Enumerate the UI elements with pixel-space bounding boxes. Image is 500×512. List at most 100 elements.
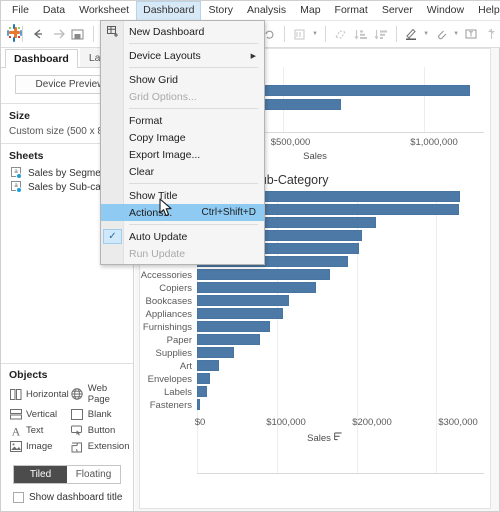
bar-furnishings[interactable] bbox=[197, 321, 271, 332]
button-icon bbox=[71, 424, 84, 437]
menu-actions[interactable]: Actions... Ctrl+Shift+D bbox=[101, 204, 264, 221]
menu-item-worksheet[interactable]: Worksheet bbox=[72, 1, 136, 20]
chevron-down-highlight-icon[interactable]: ▼ bbox=[423, 31, 429, 37]
worksheet-icon: a bbox=[11, 181, 23, 193]
menu-item-dashboard[interactable]: Dashboard bbox=[136, 1, 202, 20]
group-members-icon[interactable] bbox=[431, 24, 451, 44]
row-label: Furnishings bbox=[142, 322, 192, 333]
menu-separator bbox=[129, 67, 258, 68]
menu-device-layouts[interactable]: Device Layouts ▶ bbox=[101, 47, 264, 64]
menu-format[interactable]: Format bbox=[101, 112, 264, 129]
object-web-page[interactable]: Web Page bbox=[71, 383, 130, 405]
x-tick-1m: $1,000,000 bbox=[410, 137, 458, 148]
bar-fasteners[interactable] bbox=[197, 399, 200, 410]
menu-label: Format bbox=[129, 114, 163, 127]
menu-separator bbox=[129, 108, 258, 109]
show-dashboard-title-row[interactable]: Show dashboard title bbox=[1, 488, 133, 511]
show-mark-labels-icon[interactable]: T bbox=[461, 24, 481, 44]
sort-descending-icon[interactable] bbox=[333, 432, 343, 444]
chevron-down-icon[interactable]: ▼ bbox=[312, 31, 318, 37]
menu-clear[interactable]: Clear bbox=[101, 163, 264, 180]
x-tick-200k: $200,000 bbox=[352, 417, 392, 428]
fix-axes-icon[interactable] bbox=[481, 24, 500, 44]
sort-ascending-icon[interactable] bbox=[351, 24, 371, 44]
tab-dashboard[interactable]: Dashboard bbox=[5, 49, 78, 68]
menu-item-story[interactable]: Story bbox=[201, 1, 240, 20]
x-tick-0: $0 bbox=[194, 417, 206, 428]
image-icon bbox=[9, 440, 22, 453]
layout-mode-toggle-wrap: Tiled Floating bbox=[1, 459, 133, 488]
menu-item-format[interactable]: Format bbox=[328, 1, 375, 20]
gridline bbox=[436, 191, 438, 474]
menu-export-image[interactable]: Export Image... bbox=[101, 146, 264, 163]
menu-auto-update[interactable]: ✓ Auto Update bbox=[101, 228, 264, 245]
object-extension[interactable]: Extension bbox=[71, 440, 130, 453]
menu-show-title[interactable]: Show Title bbox=[101, 187, 264, 204]
menu-item-window[interactable]: Window bbox=[420, 1, 471, 20]
bar-supplies[interactable] bbox=[197, 347, 235, 358]
chevron-down-group-icon[interactable]: ▼ bbox=[453, 31, 459, 37]
x-tick-100k: $100,000 bbox=[266, 417, 306, 428]
menu-label: Grid Options... bbox=[129, 90, 197, 103]
bar-labels[interactable] bbox=[197, 386, 208, 397]
row-label: Accessories bbox=[140, 270, 192, 281]
menu-label: Auto Update bbox=[129, 230, 188, 243]
toggle-tiled[interactable]: Tiled bbox=[14, 466, 67, 483]
menu-copy-image[interactable]: Copy Image bbox=[101, 129, 264, 146]
object-image[interactable]: Image bbox=[9, 440, 69, 453]
object-horizontal[interactable]: Horizontal bbox=[9, 383, 69, 405]
sort-descending-icon[interactable] bbox=[371, 24, 391, 44]
menu-item-server[interactable]: Server bbox=[375, 1, 420, 20]
menu-label: Show Title bbox=[129, 189, 178, 202]
tableau-desktop-window: File Data Worksheet Dashboard Story Anal… bbox=[0, 0, 500, 512]
tableau-logo-icon bbox=[4, 24, 22, 44]
object-vertical[interactable]: Vertical bbox=[9, 408, 69, 421]
menu-item-data[interactable]: Data bbox=[36, 1, 72, 20]
bar-envelopes[interactable] bbox=[197, 373, 211, 384]
menu-item-analysis[interactable]: Analysis bbox=[240, 1, 293, 20]
x-axis-title-segment: Sales bbox=[303, 151, 327, 162]
menu-label: Device Layouts bbox=[129, 49, 201, 62]
menu-label: Clear bbox=[129, 165, 155, 178]
pause-updates-icon[interactable] bbox=[290, 24, 310, 44]
objects-grid: Horizontal Web Page Vertical Blank A Tex… bbox=[1, 381, 133, 459]
show-dashboard-title-checkbox[interactable] bbox=[13, 492, 24, 503]
bar-art[interactable] bbox=[197, 360, 219, 371]
back-arrow-icon[interactable] bbox=[28, 24, 48, 44]
svg-text:T: T bbox=[469, 32, 474, 39]
dashboard-dropdown-menu: New Dashboard Device Layouts ▶ Show Grid… bbox=[100, 20, 265, 265]
toggle-floating[interactable]: Floating bbox=[67, 466, 120, 483]
menu-show-grid[interactable]: Show Grid bbox=[101, 71, 264, 88]
web-page-icon bbox=[71, 388, 84, 401]
row-label: Appliances bbox=[145, 309, 192, 320]
menu-grid-options: Grid Options... bbox=[101, 88, 264, 105]
object-button[interactable]: Button bbox=[71, 424, 130, 437]
bar-accessories[interactable] bbox=[197, 269, 331, 280]
objects-section: Objects Horizontal Web Page Vertical Bla… bbox=[1, 361, 133, 511]
menu-item-file[interactable]: File bbox=[5, 1, 36, 20]
bar-appliances[interactable] bbox=[197, 308, 283, 319]
menu-item-map[interactable]: Map bbox=[293, 1, 327, 20]
x-axis-title-sub-category: Sales bbox=[307, 432, 343, 444]
row-label: Supplies bbox=[155, 348, 192, 359]
save-icon[interactable] bbox=[68, 24, 88, 44]
bar-paper[interactable] bbox=[197, 334, 260, 345]
x-tick-300k: $300,000 bbox=[438, 417, 478, 428]
submenu-arrow-icon: ▶ bbox=[250, 52, 256, 60]
object-blank[interactable]: Blank bbox=[71, 408, 130, 421]
clear-sheet-icon[interactable] bbox=[331, 24, 351, 44]
row-label: Labels bbox=[164, 387, 192, 398]
menu-label: New Dashboard bbox=[129, 25, 205, 38]
axis-line bbox=[197, 473, 484, 474]
highlight-icon[interactable] bbox=[401, 24, 421, 44]
new-dashboard-icon bbox=[105, 25, 120, 38]
forward-arrow-icon[interactable] bbox=[48, 24, 68, 44]
bar-bookcases[interactable] bbox=[197, 295, 289, 306]
menu-separator bbox=[129, 183, 258, 184]
object-text[interactable]: A Text bbox=[9, 424, 69, 437]
extension-icon bbox=[71, 440, 84, 453]
menu-bar: File Data Worksheet Dashboard Story Anal… bbox=[1, 1, 500, 21]
menu-new-dashboard[interactable]: New Dashboard bbox=[101, 23, 264, 40]
bar-copiers[interactable] bbox=[197, 282, 317, 293]
menu-item-help[interactable]: Help bbox=[471, 1, 500, 20]
